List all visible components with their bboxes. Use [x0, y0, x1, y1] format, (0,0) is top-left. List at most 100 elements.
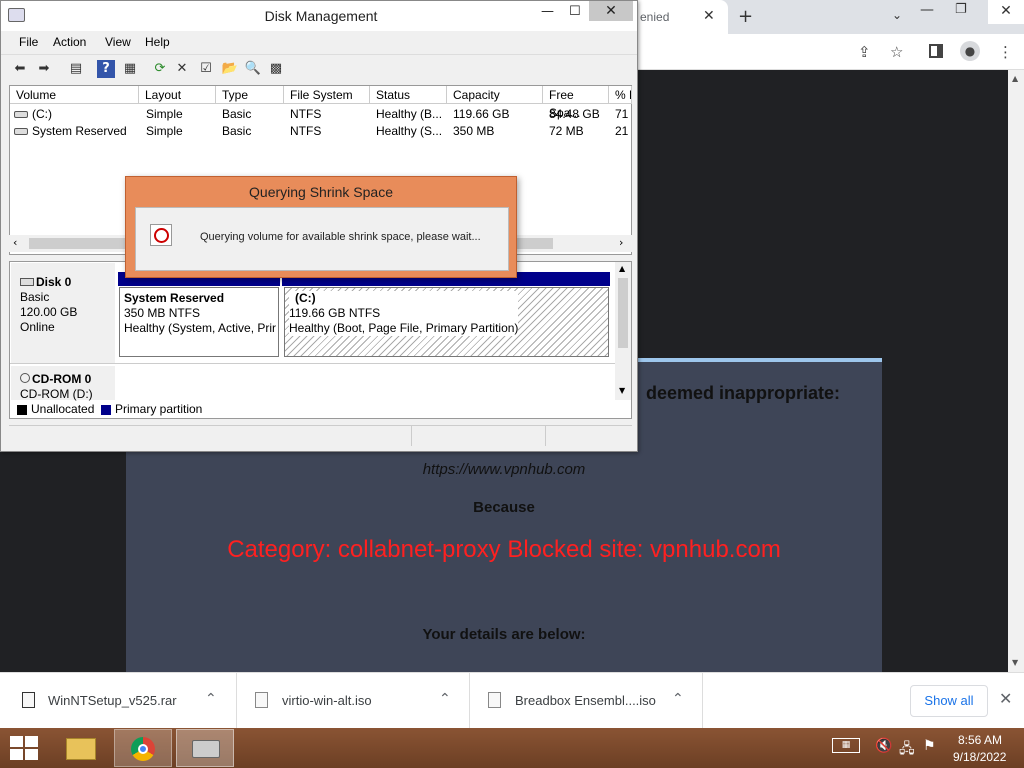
more-icon[interactable]: ⋮	[998, 43, 1013, 61]
scroll-up-icon[interactable]: ▲	[619, 264, 625, 273]
scrollbar-thumb[interactable]	[618, 278, 628, 348]
download-bar: WinNTSetup_v525.rar ⌃ virtio-win-alt.iso…	[0, 672, 1024, 729]
toolbar: ⬅ ➡ ▤ ? ▦ ⟳ ✕ ☑ 📂 🔍 ▩	[1, 54, 637, 82]
cdrom-name-row: CD-ROM 0	[20, 372, 115, 387]
column-header-type[interactable]: Type	[216, 86, 284, 104]
disk-name: CD-ROM 0	[32, 372, 92, 386]
menu-action[interactable]: Action	[53, 35, 86, 49]
scroll-left-icon[interactable]: ‹	[13, 236, 17, 249]
partition-name: System Reserved	[124, 291, 225, 305]
cell-type: Basic	[222, 107, 252, 121]
help-icon[interactable]: ?	[97, 60, 115, 78]
taskbar-file-explorer[interactable]	[52, 729, 110, 767]
taskbar-disk-management[interactable]	[176, 729, 234, 767]
scroll-up-icon[interactable]: ▲	[1012, 74, 1018, 83]
taskbar-chrome[interactable]	[114, 729, 172, 767]
delete-icon[interactable]: ✕	[173, 60, 191, 78]
download-filename: virtio-win-alt.iso	[282, 693, 372, 708]
check-icon[interactable]: ☑	[197, 60, 215, 78]
cell-file-system: NTFS	[290, 107, 322, 121]
star-icon[interactable]: ☆	[890, 43, 903, 61]
download-item[interactable]: virtio-win-alt.iso ⌃	[237, 673, 470, 729]
disk-type: CD-ROM (D:)	[20, 387, 93, 401]
disk-graphical-pane: Disk 0 Basic 120.00 GB Online System Res…	[9, 261, 632, 419]
column-header-file-system[interactable]: File System	[284, 86, 370, 104]
tab-search-chevron-icon[interactable]: ⌄	[892, 8, 902, 22]
show-hide-console-tree-icon[interactable]: ▤	[67, 60, 85, 78]
clock-date[interactable]: 9/18/2022	[953, 750, 1006, 764]
vertical-scrollbar[interactable]: ▲ ▼	[615, 262, 631, 400]
disk-state: Online	[20, 320, 55, 334]
keyboard-icon[interactable]: ▦	[832, 738, 860, 753]
menu-file[interactable]: File	[19, 35, 38, 49]
options-grid-icon[interactable]: ▩	[267, 60, 285, 78]
column-header-volume[interactable]: Volume	[10, 86, 139, 104]
cell-status: Healthy (B...	[376, 107, 443, 121]
close-download-bar-icon[interactable]: ✕	[999, 689, 1012, 708]
download-item[interactable]: Breadbox Ensembl....iso ⌃	[470, 673, 703, 729]
menu-view[interactable]: View	[105, 35, 131, 49]
chevron-up-icon[interactable]: ⌃	[205, 691, 217, 707]
browser-close-button[interactable]: ✕	[988, 0, 1024, 24]
page-scrollbar[interactable]: ▲ ▼	[1008, 70, 1024, 672]
network-icon[interactable]: 🖧	[899, 738, 915, 762]
clock-time[interactable]: 8:56 AM	[958, 733, 1002, 747]
legend-label: Primary partition	[115, 402, 203, 416]
partition-info: (C:) 119.66 GB NTFS Healthy (Boot, Page …	[289, 291, 519, 336]
scroll-down-icon[interactable]: ▼	[619, 386, 625, 395]
status-bar	[9, 425, 632, 446]
open-folder-icon[interactable]: 📂	[221, 60, 239, 78]
back-arrow-icon[interactable]: ⬅	[11, 60, 29, 78]
cdrom-icon	[20, 373, 30, 383]
column-header-percent-free[interactable]: % F	[609, 86, 632, 104]
windows-logo-pane	[10, 749, 23, 760]
cell-file-system: NTFS	[290, 124, 322, 138]
partition-c-drive[interactable]: (C:) 119.66 GB NTFS Healthy (Boot, Page …	[284, 287, 609, 357]
window-titlebar[interactable]: Disk Management — ☐ ✕	[1, 1, 637, 31]
side-panel-icon[interactable]	[929, 44, 943, 58]
column-header-capacity[interactable]: Capacity	[447, 86, 543, 104]
download-item[interactable]: WinNTSetup_v525.rar ⌃	[0, 673, 237, 729]
legend-swatch-primary	[101, 405, 111, 415]
disk-name: Disk 0	[36, 275, 72, 289]
close-button[interactable]: ✕	[589, 1, 633, 21]
file-icon	[488, 692, 501, 708]
browser-restore-button[interactable]: ❐	[955, 2, 967, 17]
tab-close-icon[interactable]: ✕	[703, 8, 715, 24]
cdrom-0-label[interactable]: CD-ROM 0 CD-ROM (D:)	[11, 366, 115, 401]
windows-logo-pane	[25, 736, 38, 747]
scroll-down-icon[interactable]: ▼	[1012, 658, 1018, 667]
menu-help[interactable]: Help	[145, 35, 170, 49]
cell-percent-free: 71	[615, 107, 629, 121]
download-filename: WinNTSetup_v525.rar	[48, 693, 177, 708]
show-all-downloads-button[interactable]: Show all	[910, 685, 988, 717]
browser-minimize-button[interactable]: —	[920, 2, 934, 18]
column-header-layout[interactable]: Layout	[139, 86, 216, 104]
chevron-up-icon[interactable]: ⌃	[672, 691, 684, 707]
column-header-free-space[interactable]: Free Spa...	[543, 86, 609, 120]
volume-muted-icon[interactable]: 🔇	[875, 738, 892, 754]
browser-tab-title: enied	[640, 10, 670, 24]
action-center-flag-icon[interactable]: ⚑	[923, 738, 936, 754]
start-button[interactable]	[10, 736, 38, 760]
folder-icon	[66, 738, 96, 760]
disk-name-row: Disk 0	[20, 275, 115, 290]
chevron-up-icon[interactable]: ⌃	[439, 691, 451, 707]
new-tab-button[interactable]: +	[738, 6, 753, 27]
legend: Unallocated Primary partition	[9, 401, 632, 419]
partition-system-reserved[interactable]: System Reserved 350 MB NTFS Healthy (Sys…	[119, 287, 279, 357]
properties-icon[interactable]: ▦	[121, 60, 139, 78]
disk-0-label[interactable]: Disk 0 Basic 120.00 GB Online	[11, 263, 115, 363]
forward-arrow-icon[interactable]: ➡	[35, 60, 53, 78]
maximize-button[interactable]: ☐	[569, 4, 581, 19]
share-icon[interactable]: ⇪	[858, 43, 871, 61]
windows-logo-icon	[10, 736, 23, 747]
profile-icon[interactable]: ●	[960, 41, 980, 61]
cell-percent-free: 21	[615, 124, 629, 138]
column-header-status[interactable]: Status	[370, 86, 447, 104]
scroll-right-icon[interactable]: ›	[619, 236, 623, 249]
search-icon[interactable]: 🔍	[244, 60, 262, 78]
refresh-icon[interactable]: ⟳	[151, 60, 169, 78]
minimize-button[interactable]: —	[541, 4, 554, 19]
partition-status: Healthy (System, Active, Prir	[124, 321, 277, 335]
